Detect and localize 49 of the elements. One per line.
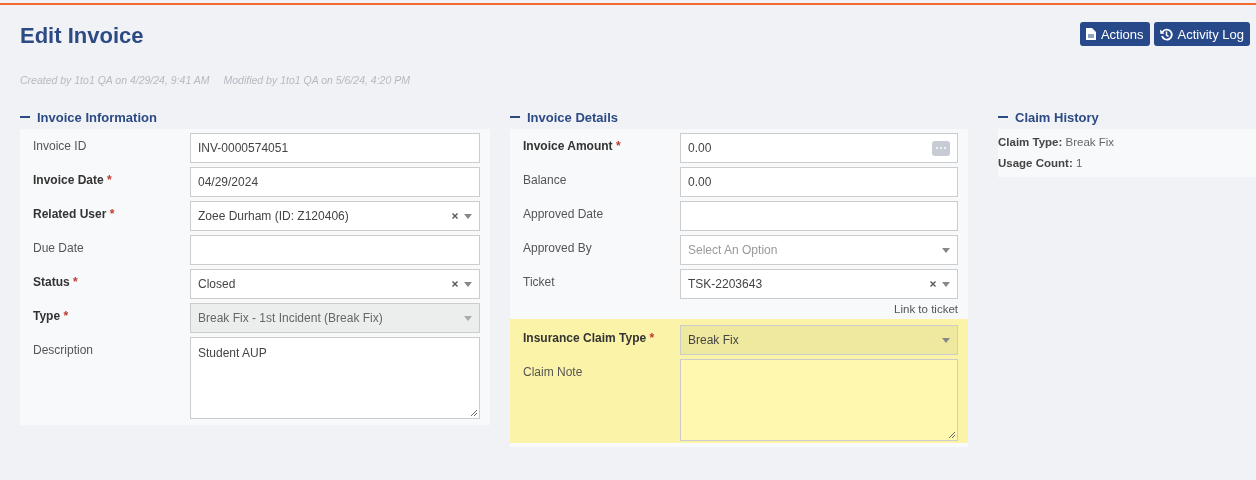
field-label: Insurance Claim Type *: [523, 330, 656, 347]
text-area[interactable]: Student AUP: [190, 337, 480, 419]
select-field[interactable]: TSK-2203643: [680, 269, 958, 299]
select-field[interactable]: Zoee Durham (ID: Z120406): [190, 201, 480, 231]
input-field[interactable]: [680, 201, 958, 231]
caret-icon: [942, 247, 950, 253]
audit-text: Modified by 1to1 QA on 5/6/24, 4:20 PM: [223, 74, 410, 86]
field-label: Claim Note: [523, 364, 584, 381]
more-button[interactable]: [932, 140, 950, 156]
section-title[interactable]: Invoice Information: [37, 109, 157, 125]
field-label: Invoice Amount *: [523, 138, 622, 155]
claim-detail: Usage Count: 1: [998, 156, 1084, 171]
section-title[interactable]: Claim History: [1015, 109, 1099, 125]
caret-icon: [464, 213, 472, 219]
page-title: Edit Invoice: [20, 22, 144, 50]
input-field[interactable]: [190, 235, 480, 265]
field-label: Invoice Date *: [33, 172, 113, 189]
resize-grip-icon[interactable]: [470, 409, 477, 416]
field-label: Balance: [523, 172, 568, 189]
input-field[interactable]: INV-0000574051: [190, 133, 480, 163]
caret-icon: [464, 281, 472, 287]
input-field[interactable]: 0.00: [680, 167, 958, 197]
select-field[interactable]: Break Fix: [680, 325, 958, 355]
history-icon: [1159, 27, 1173, 41]
field-label: Invoice ID: [33, 138, 88, 155]
section-title[interactable]: Invoice Details: [527, 109, 619, 125]
caret-icon: [464, 315, 472, 321]
action-button[interactable]: Activity Log: [1153, 22, 1250, 46]
clear-icon[interactable]: [452, 281, 458, 287]
field-label: Related User *: [33, 206, 116, 223]
action-button[interactable]: Actions: [1079, 22, 1150, 46]
caret-icon: [942, 337, 950, 343]
field-label: Ticket: [523, 274, 556, 291]
clear-icon[interactable]: [452, 213, 458, 219]
resize-grip-icon[interactable]: [948, 431, 955, 438]
ticket-link[interactable]: Link to ticket: [894, 303, 958, 315]
input-field[interactable]: 0.00: [680, 133, 958, 163]
field-label: Description: [33, 342, 95, 359]
field-label: Type *: [33, 308, 70, 325]
caret-icon: [942, 281, 950, 287]
document-icon: [1085, 28, 1096, 40]
field-label: Approved Date: [523, 206, 605, 223]
select-field[interactable]: Closed: [190, 269, 480, 299]
clear-icon[interactable]: [930, 281, 936, 287]
field-label: Due Date: [33, 240, 85, 257]
field-label: Status *: [33, 274, 79, 291]
input-field[interactable]: 04/29/2024: [190, 167, 480, 197]
claim-detail: Claim Type: Break Fix: [998, 135, 1116, 150]
field-label: Approved By: [523, 240, 593, 257]
